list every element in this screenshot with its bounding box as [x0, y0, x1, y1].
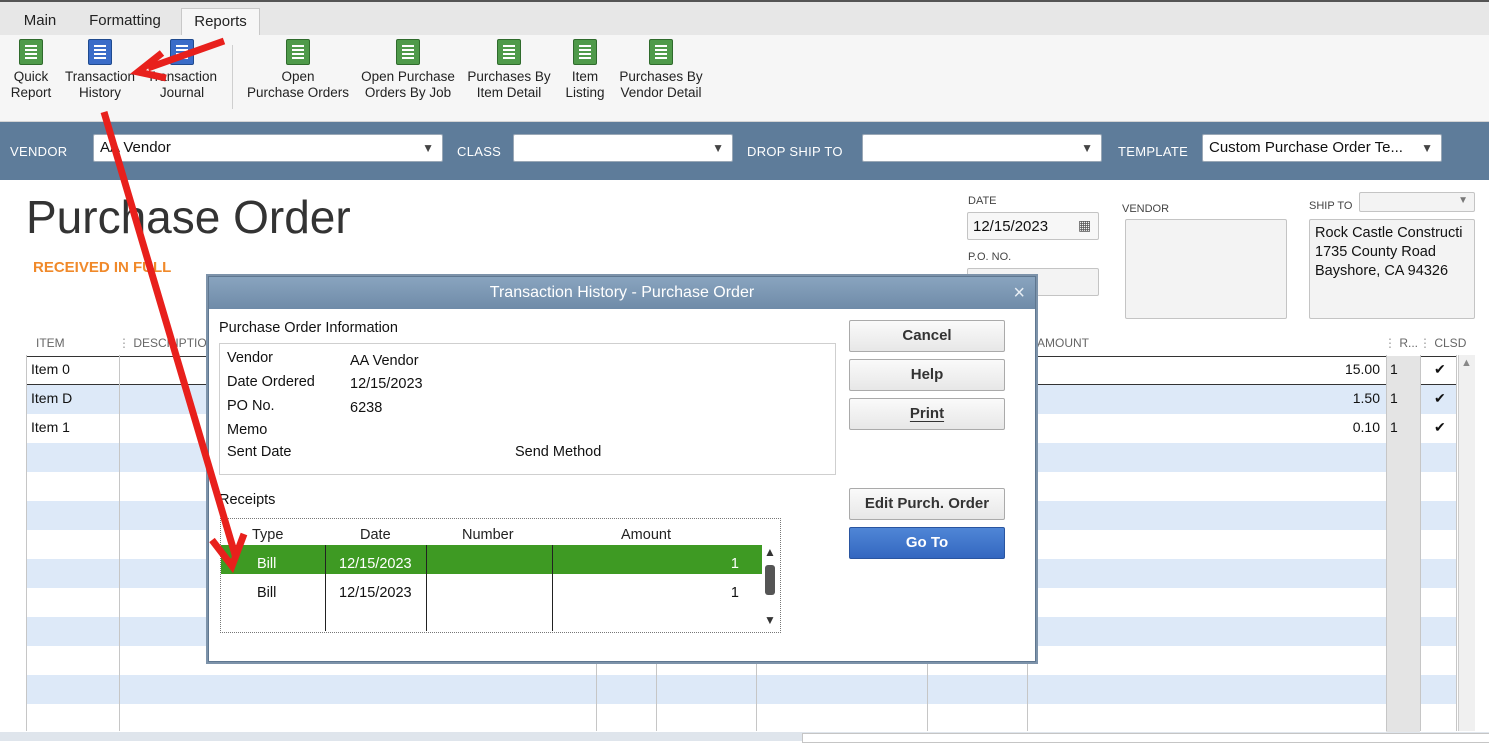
annotation-arrow-receipt	[100, 111, 240, 559]
annotation-arrows	[100, 37, 248, 574]
